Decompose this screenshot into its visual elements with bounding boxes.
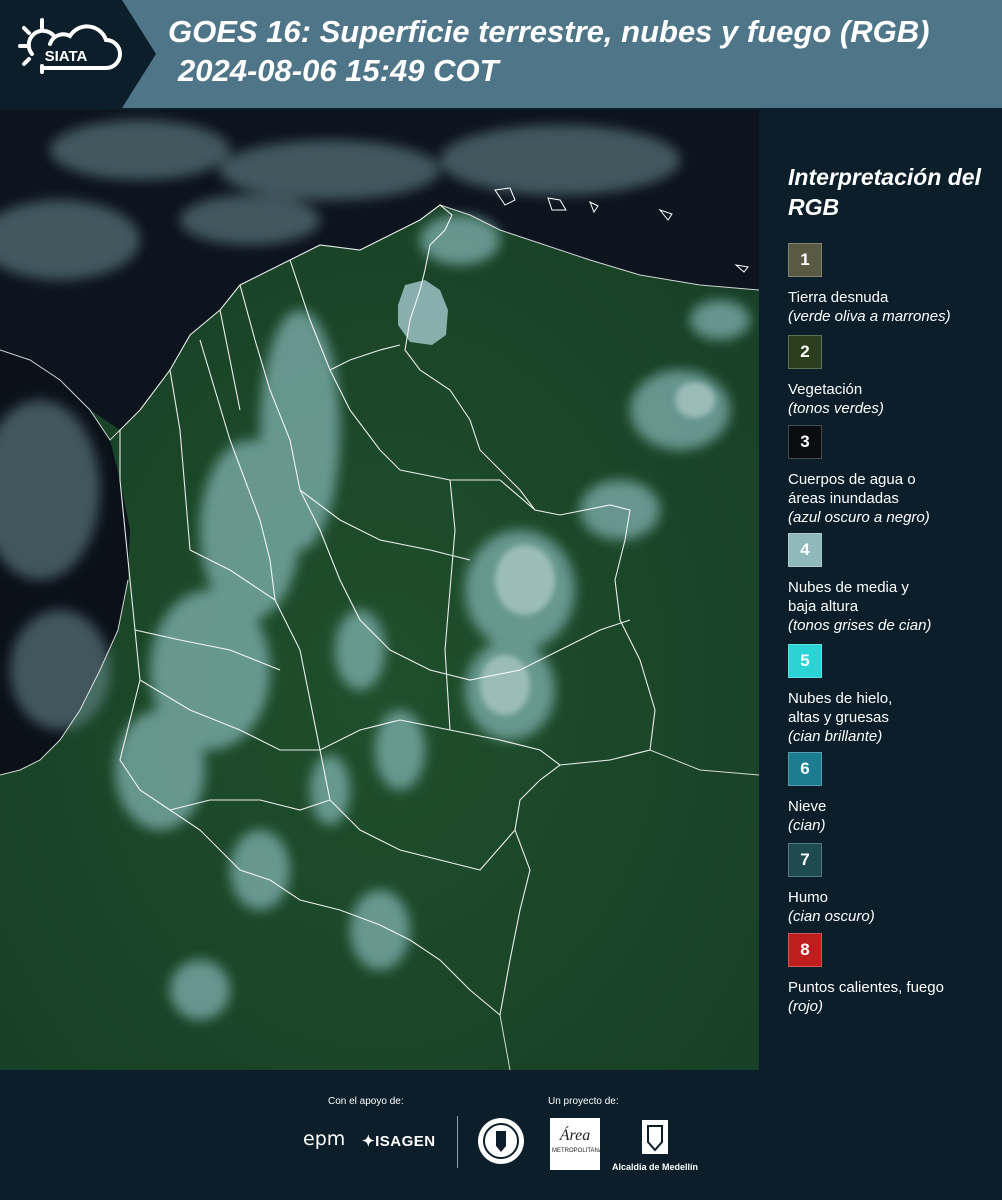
legend-label: Nubes de hielo, altas y gruesas	[788, 690, 893, 726]
legend-note: (cian brillante)	[788, 728, 883, 745]
university-seal-logo	[478, 1118, 524, 1164]
isagen-text: ISAGEN	[375, 1133, 436, 1150]
legend-note: (rojo)	[788, 998, 824, 1015]
header-notch	[122, 0, 156, 108]
header: SIATA GOES 16: Superficie terrestre, nub…	[0, 0, 1002, 108]
legend-swatch: 8	[788, 933, 822, 967]
timestamp: 2024-08-06 15:49 COT	[178, 53, 499, 88]
legend-item: 4 Nubes de media y baja altura (tonos gris…	[788, 533, 998, 635]
legend-swatch: 4	[788, 533, 822, 567]
legend-label: Vegetación	[788, 381, 863, 398]
footer-divider	[457, 1116, 458, 1168]
legend-note: (cian oscuro)	[788, 908, 875, 925]
siata-logo-text: SIATA	[45, 48, 88, 65]
satellite-rgb-image	[0, 110, 759, 1070]
legend-note: (cian)	[788, 817, 826, 834]
legend-label: Nieve	[788, 798, 827, 815]
legend-swatch: 6	[788, 752, 822, 786]
page-title: GOES 16: Superficie terrestre, nubes y f…	[168, 14, 930, 49]
satellite-map[interactable]	[0, 110, 759, 1070]
legend-swatch: 5	[788, 644, 822, 678]
legend-note: (azul oscuro a negro)	[788, 509, 930, 526]
legend-label: Nubes de media y baja altura	[788, 579, 909, 615]
legend-swatch: 1	[788, 243, 822, 277]
legend-label: Puntos calientes, fuego	[788, 979, 944, 996]
isagen-logo: ✦ISAGEN	[362, 1133, 436, 1150]
legend-title: Interpretación del RGB	[788, 164, 981, 220]
legend-label: Humo	[788, 889, 829, 906]
legend-item: 6 Nieve (cian)	[788, 752, 998, 835]
legend-swatch: 7	[788, 843, 822, 877]
legend-panel: Interpretación del RGB 1 Tierra desnuda (v…	[760, 110, 1002, 1070]
area-script-icon: Área	[559, 1125, 591, 1144]
alcaldia-text: Alcaldía de Medellín	[612, 1162, 699, 1172]
legend-item: 1 Tierra desnuda (verde oliva a marrones)	[788, 243, 998, 326]
siata-logo: SIATA	[18, 18, 122, 74]
legend-item: 8 Puntos calientes, fuego (rojo)	[788, 933, 998, 1016]
legend-note: (tonos grises de cian)	[788, 617, 932, 634]
legend-note: (tonos verdes)	[788, 400, 884, 417]
legend-item: 2 Vegetación (tonos verdes)	[788, 335, 998, 418]
legend-swatch: 3	[788, 425, 822, 459]
alcaldia-shield-icon	[642, 1120, 668, 1154]
support-title: Con el apoyo de:	[328, 1096, 404, 1107]
footer: Con el apoyo de: Un proyecto de: epm ✦IS…	[0, 1070, 1002, 1200]
legend-label: Tierra desnuda	[788, 289, 889, 306]
project-title: Un proyecto de:	[548, 1096, 619, 1107]
legend-item: 3 Cuerpos de agua o áreas inundadas (azul …	[788, 425, 998, 527]
epm-logo: epm	[303, 1128, 346, 1150]
legend-item: 7 Humo (cian oscuro)	[788, 843, 998, 926]
area-metropolitana-logo: Área METROPOLITANA	[550, 1118, 603, 1170]
svg-text:Área: Área	[559, 1125, 591, 1144]
legend-swatch: 2	[788, 335, 822, 369]
area-metropolitana-text: METROPOLITANA	[552, 1148, 603, 1154]
legend-item: 5 Nubes de hielo, altas y gruesas (cian br…	[788, 644, 998, 746]
legend-label: Cuerpos de agua o áreas inundadas	[788, 471, 916, 507]
legend-note: (verde oliva a marrones)	[788, 308, 951, 325]
